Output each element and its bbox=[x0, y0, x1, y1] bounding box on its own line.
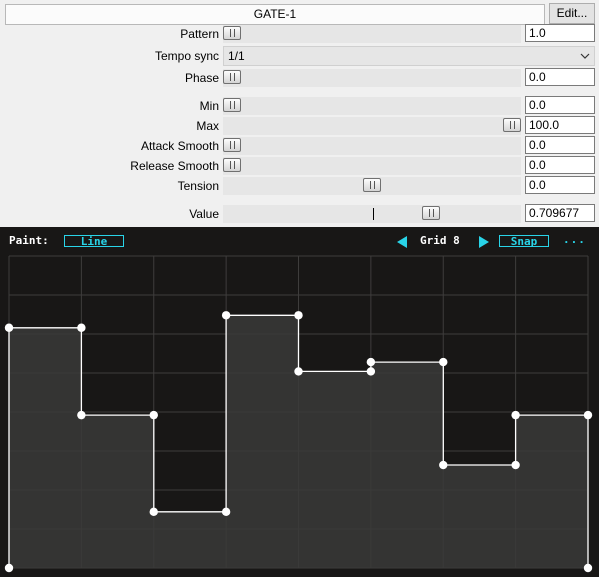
max-value-field[interactable]: 100.0 bbox=[525, 116, 595, 134]
tension-slider[interactable] bbox=[223, 177, 521, 195]
param-row-attack-smooth: Attack Smooth 0.0 bbox=[0, 136, 599, 156]
center-mark bbox=[373, 208, 374, 220]
slider-thumb[interactable] bbox=[223, 98, 241, 112]
envelope-point[interactable] bbox=[149, 410, 158, 420]
paint-label: Paint: bbox=[9, 234, 49, 247]
release-smooth-slider[interactable] bbox=[223, 157, 521, 175]
envelope-point[interactable] bbox=[439, 460, 448, 470]
envelope-point[interactable] bbox=[77, 410, 86, 420]
param-label: Pattern bbox=[180, 27, 219, 41]
envelope-point[interactable] bbox=[294, 311, 303, 320]
slider-thumb[interactable] bbox=[503, 118, 521, 132]
phase-value-field[interactable]: 0.0 bbox=[525, 68, 595, 86]
slider-thumb[interactable] bbox=[223, 158, 241, 172]
value-value-field[interactable]: 0.709677 bbox=[525, 204, 595, 222]
slider-thumb[interactable] bbox=[223, 70, 241, 84]
param-label: Tension bbox=[177, 179, 219, 193]
min-slider[interactable] bbox=[223, 97, 521, 115]
tempo-sync-select[interactable]: 1/1 bbox=[223, 46, 595, 66]
param-label: Phase bbox=[184, 71, 219, 85]
envelope-point[interactable] bbox=[439, 357, 448, 367]
more-options-button[interactable]: ... bbox=[563, 233, 586, 246]
param-row-value: Value 0.709677 bbox=[0, 204, 599, 224]
param-row-phase: Phase 0.0 bbox=[0, 68, 599, 88]
value-slider[interactable] bbox=[223, 205, 521, 223]
grid-label: Grid 8 bbox=[420, 234, 460, 247]
envelope-point[interactable] bbox=[77, 323, 86, 332]
phase-slider[interactable] bbox=[223, 69, 521, 87]
preset-name[interactable]: GATE-1 bbox=[5, 4, 545, 25]
snap-button[interactable]: Snap bbox=[499, 235, 549, 247]
slider-thumb[interactable] bbox=[422, 206, 440, 220]
paint-mode-button[interactable]: Line bbox=[64, 235, 124, 247]
param-row-release-smooth: Release Smooth 0.0 bbox=[0, 156, 599, 176]
param-label: Release Smooth bbox=[130, 159, 219, 173]
slider-thumb[interactable] bbox=[223, 138, 241, 152]
chevron-down-icon bbox=[580, 53, 590, 59]
min-value-field[interactable]: 0.0 bbox=[525, 96, 595, 114]
select-value: 1/1 bbox=[228, 49, 245, 63]
param-label: Tempo sync bbox=[154, 49, 219, 63]
envelope-point[interactable] bbox=[583, 410, 593, 420]
param-row-tempo-sync: Tempo sync 1/1 bbox=[0, 46, 599, 66]
param-label: Value bbox=[189, 207, 219, 221]
envelope-point[interactable] bbox=[221, 507, 231, 517]
slider-thumb[interactable] bbox=[223, 26, 241, 40]
envelope-point[interactable] bbox=[583, 563, 593, 573]
param-row-pattern: Pattern 1.0 bbox=[0, 24, 599, 44]
envelope-point[interactable] bbox=[511, 410, 520, 420]
slider-thumb[interactable] bbox=[363, 178, 381, 192]
param-label: Max bbox=[196, 119, 219, 133]
pattern-slider[interactable] bbox=[223, 25, 521, 43]
release-smooth-value-field[interactable]: 0.0 bbox=[525, 156, 595, 174]
param-label: Attack Smooth bbox=[140, 139, 219, 153]
envelope-point[interactable] bbox=[149, 507, 158, 517]
envelope-point[interactable] bbox=[294, 367, 303, 376]
parameter-panel: GATE-1 Edit... Pattern 1.0 Tempo sync 1/… bbox=[0, 0, 599, 227]
envelope-point[interactable] bbox=[4, 323, 14, 332]
pattern-value-field[interactable]: 1.0 bbox=[525, 24, 595, 42]
envelope-point[interactable] bbox=[511, 460, 520, 470]
grid-decrease-icon[interactable] bbox=[397, 236, 407, 248]
editor-toolbar: Paint: Line Grid 8 Snap ... bbox=[0, 227, 599, 255]
param-row-min: Min 0.0 bbox=[0, 96, 599, 116]
max-slider[interactable] bbox=[223, 117, 521, 135]
edit-button[interactable]: Edit... bbox=[549, 3, 595, 24]
envelope-point[interactable] bbox=[4, 563, 14, 573]
envelope-point[interactable] bbox=[366, 367, 376, 376]
param-label: Min bbox=[199, 99, 219, 113]
envelope-editor-panel: Paint: Line Grid 8 Snap ... bbox=[0, 227, 599, 577]
envelope-point[interactable] bbox=[221, 311, 231, 320]
envelope-editor[interactable] bbox=[0, 227, 599, 577]
attack-smooth-value-field[interactable]: 0.0 bbox=[525, 136, 595, 154]
tension-value-field[interactable]: 0.0 bbox=[525, 176, 595, 194]
param-row-max: Max 100.0 bbox=[0, 116, 599, 136]
envelope-point[interactable] bbox=[366, 357, 376, 367]
grid-increase-icon[interactable] bbox=[479, 236, 489, 248]
attack-smooth-slider[interactable] bbox=[223, 137, 521, 155]
param-row-tension: Tension 0.0 bbox=[0, 176, 599, 196]
